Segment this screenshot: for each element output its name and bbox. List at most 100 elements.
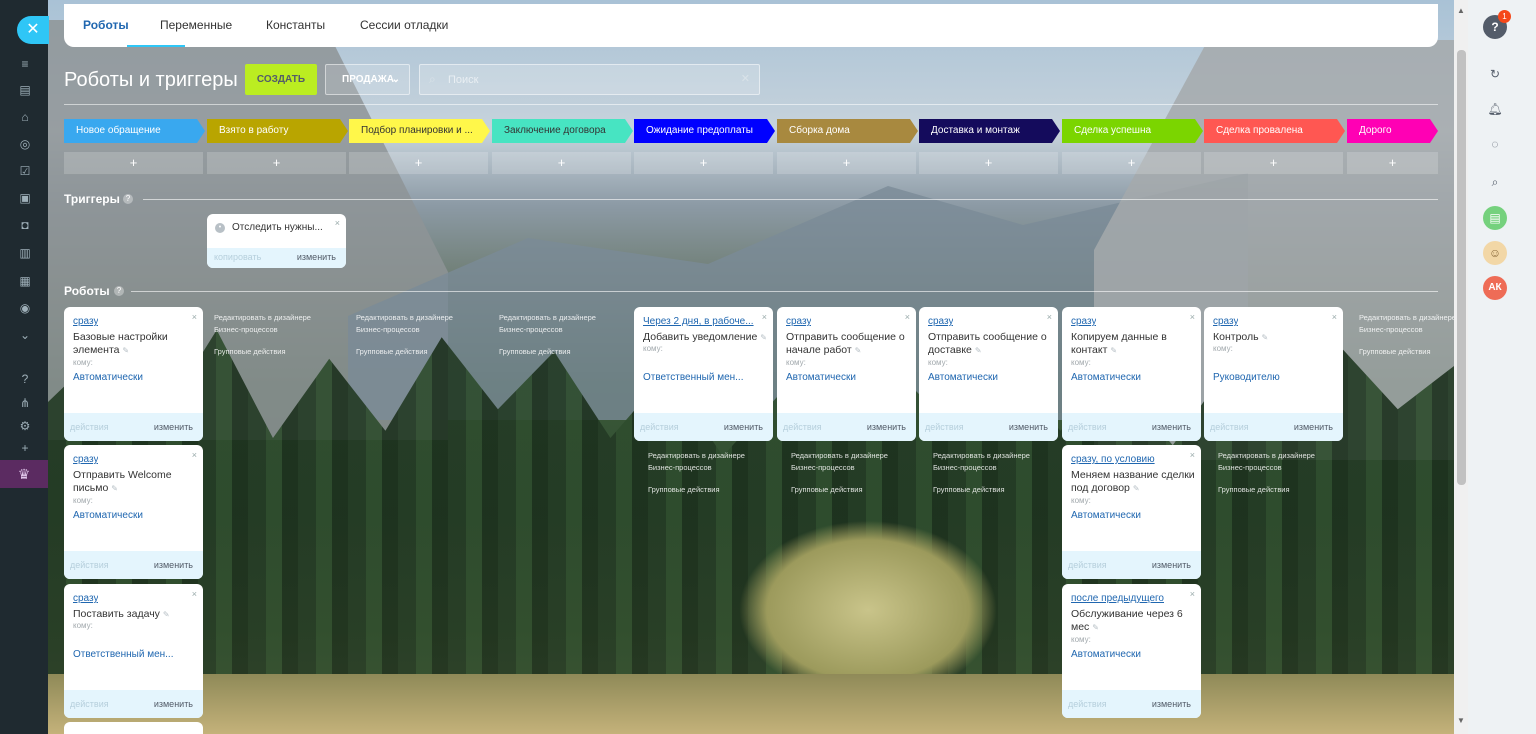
add-icon[interactable]: + — [18, 441, 32, 455]
robot-edit-link[interactable]: изменить — [867, 422, 906, 432]
robot-card[interactable]: сразу × Отправить Welcome письмо ✎ кому: Авт… — [64, 445, 203, 579]
group-actions-link[interactable]: Групповые действия — [1359, 347, 1431, 356]
tab-constants[interactable]: Константы — [266, 18, 325, 32]
group-actions-link[interactable]: Групповые действия — [1218, 485, 1290, 494]
close-icon[interactable]: × — [1047, 312, 1052, 322]
group-actions-link[interactable]: Групповые действия — [356, 347, 428, 356]
recipient-value[interactable]: Руководителю — [1213, 372, 1280, 383]
scroll-down-icon[interactable]: ▼ — [1457, 716, 1465, 725]
contact-card-icon[interactable]: ▣ — [18, 191, 32, 205]
user-avatar[interactable]: ☺ — [1483, 241, 1507, 265]
recipient-value[interactable]: Автоматически — [1071, 372, 1141, 383]
robot-schedule-link[interactable]: сразу — [786, 316, 811, 327]
stage-header[interactable]: Сделка успешна — [1062, 119, 1203, 143]
add-robot-button[interactable]: + — [1204, 152, 1343, 174]
designer-link[interactable]: Редактировать в дизайнере Бизнес-процесс… — [499, 313, 596, 334]
robot-schedule-link[interactable]: сразу — [73, 593, 98, 604]
tasks-icon[interactable]: ▤ — [18, 83, 32, 97]
robot-schedule-link[interactable]: Через 2 дня, в рабоче... — [643, 316, 754, 327]
robot-card[interactable]: сразу × Базовые настройки элемента ✎ кому: А… — [64, 307, 203, 441]
pencil-icon[interactable]: ✎ — [122, 346, 129, 355]
robot-edit-link[interactable]: изменить — [1294, 422, 1333, 432]
pencil-icon[interactable]: ✎ — [1262, 333, 1269, 342]
close-icon[interactable]: × — [762, 312, 767, 322]
scroll-up-icon[interactable]: ▲ — [1457, 6, 1465, 15]
group-actions-link[interactable]: Групповые действия — [933, 485, 1005, 494]
add-robot-button[interactable]: + — [349, 152, 488, 174]
designer-link[interactable]: Редактировать в дизайнере Бизнес-процесс… — [648, 451, 745, 472]
recipient-value[interactable]: Автоматически — [1071, 649, 1141, 660]
box-icon[interactable]: ▥ — [18, 246, 32, 260]
stage-header[interactable]: Сборка дома — [777, 119, 918, 143]
robot-actions-link[interactable]: действия — [925, 422, 964, 432]
stage-header[interactable]: Заключение договора — [492, 119, 633, 143]
group-actions-link[interactable]: Групповые действия — [648, 485, 720, 494]
robot-schedule-link[interactable]: после предыдущего — [1071, 593, 1164, 604]
robot-card[interactable]: сразу × Копируем данные в контакт ✎ кому: Ав… — [1062, 307, 1201, 441]
home-icon[interactable]: ⌂ — [18, 110, 32, 124]
triggers-help-icon[interactable]: ? — [123, 194, 133, 204]
robot-card[interactable]: сразу, по условию × Меняем название сделки… — [1062, 445, 1201, 579]
down-circle-icon[interactable]: ⌄ — [18, 328, 32, 342]
robot-edit-link[interactable]: изменить — [1009, 422, 1048, 432]
add-robot-button[interactable]: + — [492, 152, 631, 174]
add-robot-button[interactable]: + — [64, 152, 203, 174]
robot-actions-link[interactable]: действия — [1210, 422, 1249, 432]
recipient-value[interactable]: Ответственный мен... — [73, 649, 174, 660]
recipient-value[interactable]: Автоматически — [1071, 510, 1141, 521]
robot-card[interactable]: сразу × Контроль ✎ кому: Руководителю действи… — [1204, 307, 1343, 441]
stage-header[interactable]: Взято в работу — [207, 119, 348, 143]
robot-card[interactable]: сразу × Поставить задачу ✎ кому: Ответственн… — [64, 584, 203, 718]
robot-card[interactable]: Через 2 дня, в рабоче... × Добавить уведом… — [634, 307, 773, 441]
pencil-icon[interactable]: ✎ — [1133, 484, 1140, 493]
crown-icon[interactable]: ♛ — [0, 460, 48, 488]
stage-header[interactable]: Ожидание предоплаты — [634, 119, 775, 143]
robot-edit-link[interactable]: изменить — [1152, 699, 1191, 709]
designer-link[interactable]: Редактировать в дизайнере Бизнес-процесс… — [356, 313, 453, 334]
pencil-icon[interactable]: ✎ — [111, 484, 118, 493]
close-icon[interactable]: × — [192, 312, 197, 322]
robot-icon[interactable]: ◘ — [18, 218, 32, 232]
robot-actions-link[interactable]: действия — [1068, 422, 1107, 432]
close-icon[interactable]: × — [192, 589, 197, 599]
robot-actions-link[interactable]: действия — [70, 560, 109, 570]
robots-help-icon[interactable]: ? — [114, 286, 124, 296]
robot-actions-link[interactable]: действия — [640, 422, 679, 432]
close-slider-icon[interactable]: ✕ — [17, 16, 49, 44]
pencil-icon[interactable]: ✎ — [975, 346, 982, 355]
sitemap-icon[interactable]: ⋔ — [18, 396, 32, 410]
robot-actions-link[interactable]: действия — [70, 422, 109, 432]
create-button[interactable]: СОЗДАТЬ — [245, 64, 317, 95]
group-actions-link[interactable]: Групповые действия — [791, 485, 863, 494]
robot-actions-link[interactable]: действия — [70, 699, 109, 709]
robot-card[interactable]: сразу × Отправить сообщение о начале работ… — [777, 307, 916, 441]
robot-schedule-link[interactable]: сразу — [928, 316, 953, 327]
trigger-copy-link[interactable]: копировать — [214, 252, 261, 262]
recipient-value[interactable]: Автоматически — [73, 372, 143, 383]
add-robot-button[interactable]: + — [1347, 152, 1438, 174]
stage-header[interactable]: Доставка и монтаж — [919, 119, 1060, 143]
robot-edit-link[interactable]: изменить — [154, 560, 193, 570]
close-icon[interactable]: × — [192, 450, 197, 460]
trigger-card[interactable]: • Отследить нужны... × копировать измени… — [207, 214, 346, 268]
document-icon[interactable]: ▤ — [1483, 206, 1507, 230]
stage-header[interactable]: Дорого — [1347, 119, 1438, 143]
robot-edit-link[interactable]: изменить — [1152, 560, 1191, 570]
pencil-icon[interactable]: ✎ — [1092, 623, 1099, 632]
checkbox-icon[interactable]: ☑ — [18, 164, 32, 178]
refresh-icon[interactable]: ↻ — [1483, 62, 1507, 86]
trigger-edit-link[interactable]: изменить — [297, 252, 336, 262]
tab-variables[interactable]: Переменные — [160, 18, 232, 32]
add-robot-button[interactable]: + — [207, 152, 346, 174]
scrollbar-thumb[interactable] — [1457, 50, 1466, 485]
bell-icon[interactable]: 🔔︎ — [1483, 97, 1507, 121]
robot-edit-link[interactable]: изменить — [724, 422, 763, 432]
robot-edit-link[interactable]: изменить — [154, 699, 193, 709]
add-robot-button[interactable]: + — [1062, 152, 1201, 174]
robot-card-partial[interactable] — [64, 722, 203, 734]
designer-link[interactable]: Редактировать в дизайнере Бизнес-процесс… — [214, 313, 311, 334]
help-icon[interactable]: ? — [18, 372, 32, 386]
robot-actions-link[interactable]: действия — [1068, 699, 1107, 709]
search-icon[interactable]: ⌕ — [1483, 170, 1507, 194]
robot-schedule-link[interactable]: сразу, по условию — [1071, 454, 1155, 465]
